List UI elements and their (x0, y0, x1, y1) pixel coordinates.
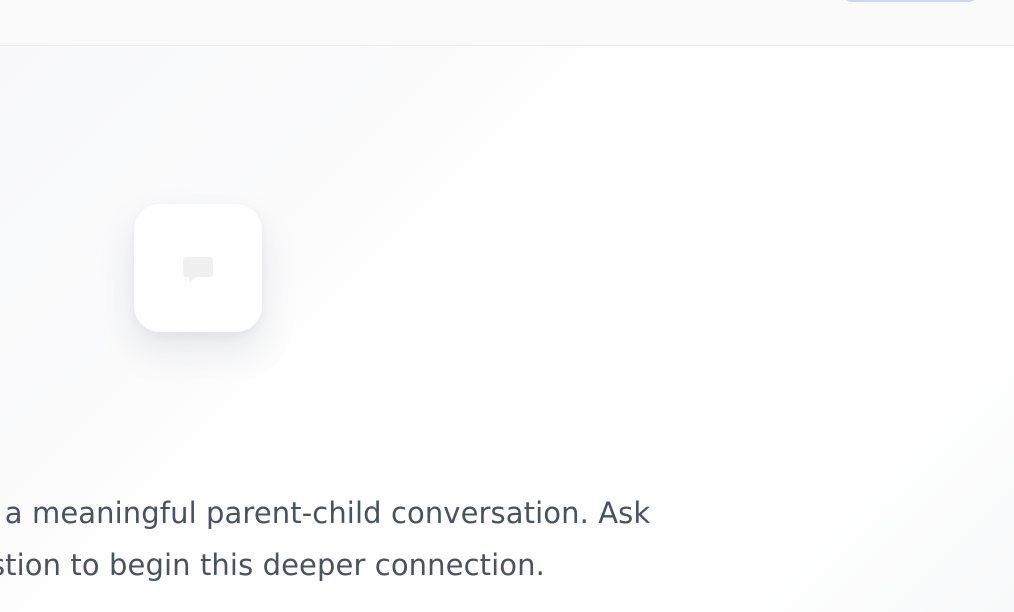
empty-state-message-line-1: rt a meaningful parent-child conversatio… (0, 496, 651, 530)
conversation-page: rt a meaningful parent-child conversatio… (0, 0, 1014, 612)
top-action-button[interactable] (842, 0, 978, 2)
empty-state-icon-box (134, 204, 262, 332)
chat-icon (183, 257, 213, 283)
empty-state-message: rt a meaningful parent-child conversatio… (0, 487, 732, 591)
empty-state-message-line-2: estion to begin this deeper connection. (0, 548, 545, 582)
top-bar (0, 0, 1014, 46)
